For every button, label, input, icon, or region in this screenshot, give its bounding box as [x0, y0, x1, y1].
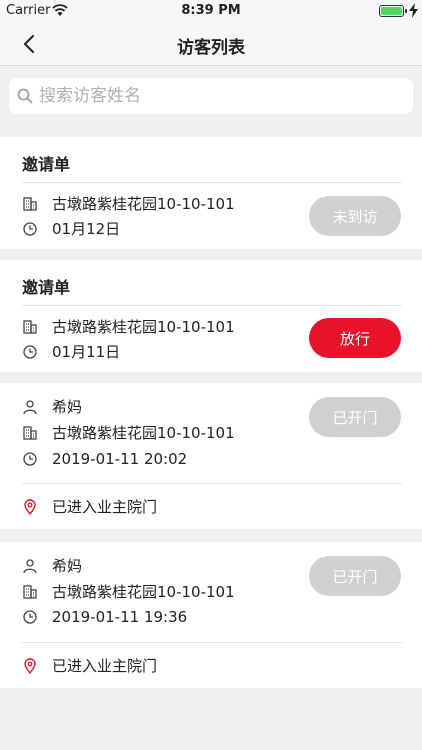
- card-heading: 邀请单: [22, 155, 71, 174]
- address-text: 古墩路紫桂花园10-10-101: [52, 424, 235, 442]
- visitor-card: 希妈 古墩路紫桂花园10-10-101 2019-01-11 20:02 已开门…: [0, 383, 422, 529]
- address-text: 古墩路紫桂花园10-10-101: [52, 318, 235, 336]
- clock: 8:39 PM: [181, 3, 241, 18]
- door-opened-button[interactable]: 已开门: [309, 397, 401, 437]
- visitor-card: 邀请单 古墩路紫桂花园10-10-101 01月11日 放行: [0, 260, 422, 372]
- search-input[interactable]: [39, 78, 399, 114]
- charging-icon: [409, 3, 418, 18]
- location-status: 已进入业主院门: [52, 498, 158, 516]
- status-bar: Carrier 8:39 PM: [0, 0, 422, 22]
- address-text: 古墩路紫桂花园10-10-101: [52, 583, 235, 601]
- clock-icon: [23, 610, 37, 624]
- nav-bar: 访客列表: [0, 22, 422, 66]
- building-icon: [23, 585, 37, 599]
- datetime-text: 2019-01-11 20:02: [52, 450, 188, 468]
- date-text: 01月11日: [52, 343, 121, 361]
- building-icon: [23, 320, 37, 334]
- card-heading: 邀请单: [22, 278, 71, 297]
- not-visited-button[interactable]: 未到访: [309, 196, 401, 236]
- divider: [22, 642, 402, 643]
- address-text: 古墩路紫桂花园10-10-101: [52, 195, 235, 213]
- location-pin-icon: [24, 499, 36, 515]
- person-icon: [23, 559, 37, 574]
- divider: [22, 483, 402, 484]
- building-icon: [23, 197, 37, 211]
- divider: [22, 305, 402, 306]
- search-box[interactable]: [9, 78, 413, 114]
- datetime-text: 2019-01-11 19:36: [52, 608, 188, 626]
- door-opened-button[interactable]: 已开门: [309, 556, 401, 596]
- location-status: 已进入业主院门: [52, 657, 158, 675]
- visitor-card: 希妈 古墩路紫桂花园10-10-101 2019-01-11 19:36 已开门…: [0, 542, 422, 688]
- release-button[interactable]: 放行: [309, 318, 401, 358]
- battery-icon: [379, 5, 404, 17]
- building-icon: [23, 426, 37, 440]
- divider: [22, 182, 402, 183]
- battery-tip: [405, 9, 407, 13]
- location-pin-icon: [24, 658, 36, 674]
- date-text: 01月12日: [52, 220, 121, 238]
- visitor-name: 希妈: [52, 398, 83, 416]
- clock-icon: [23, 452, 37, 466]
- visitor-name: 希妈: [52, 557, 83, 575]
- search-icon: [17, 88, 33, 104]
- page-title: 访客列表: [177, 38, 245, 58]
- search-section: [0, 66, 422, 126]
- clock-icon: [23, 345, 37, 359]
- clock-icon: [23, 222, 37, 236]
- visitor-card: 邀请单 古墩路紫桂花园10-10-101 01月12日 未到访: [0, 137, 422, 249]
- person-icon: [23, 400, 37, 415]
